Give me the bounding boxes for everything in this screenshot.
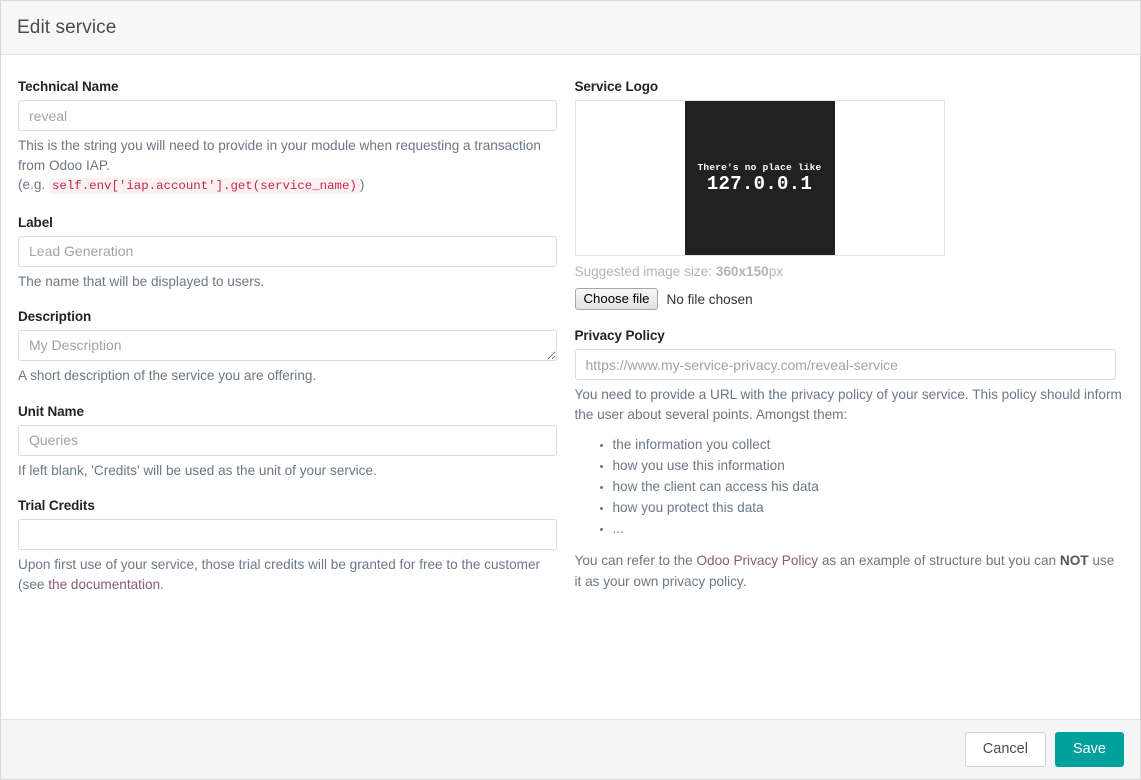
dialog-footer: Cancel Save	[1, 719, 1140, 779]
unit-name-group: Unit Name If left blank, 'Credits' will …	[18, 404, 557, 481]
choose-file-button[interactable]: Choose file	[574, 288, 659, 310]
edit-service-dialog: Edit service Technical Name This is the …	[0, 0, 1141, 780]
suggested-size-prefix: Suggested image size:	[574, 264, 716, 279]
list-item: how the client can access his data	[613, 476, 1124, 497]
logo-image-line2: 127.0.0.1	[706, 172, 813, 195]
unit-name-label: Unit Name	[18, 403, 84, 419]
service-logo-label: Service Logo	[574, 79, 659, 94]
outro-middle: as an example of structure but you can	[818, 553, 1060, 568]
save-button[interactable]: Save	[1054, 732, 1124, 767]
odoo-privacy-policy-link[interactable]: Odoo Privacy Policy	[696, 553, 818, 568]
trial-credits-help: Upon first use of your service, those tr…	[18, 555, 557, 594]
privacy-policy-group: Privacy Policy You need to provide a URL…	[574, 328, 1124, 592]
logo-image: There's no place like 127.0.0.1	[684, 101, 835, 255]
dialog-header: Edit service	[1, 1, 1140, 55]
privacy-policy-label: Privacy Policy	[574, 328, 665, 343]
description-help: A short description of the service you a…	[18, 368, 317, 383]
privacy-policy-outro: You can refer to the Odoo Privacy Policy…	[575, 551, 1124, 592]
list-item: how you use this information	[613, 455, 1124, 476]
right-column: Service Logo There's no place like 127.0…	[571, 79, 1125, 610]
technical-name-example: (e.g. self.env['iap.account'].get(servic…	[18, 175, 557, 197]
logo-image-line1: There's no place like	[697, 161, 822, 173]
label-help: The name that will be displayed to users…	[18, 273, 265, 289]
outro-bold: NOT	[1059, 553, 1089, 568]
file-chosen-status: No file chosen	[666, 291, 753, 307]
trial-credits-help-after: .	[160, 576, 164, 592]
page-title: Edit service	[17, 16, 117, 38]
dialog-body: Technical Name This is the string you wi…	[1, 55, 1140, 719]
list-item: the information you collect	[613, 434, 1124, 455]
trial-credits-input[interactable]	[18, 519, 557, 550]
suggested-image-size: Suggested image size: 360x150px	[575, 264, 1124, 279]
label-field-label: Label	[18, 214, 53, 230]
service-logo-group: Service Logo There's no place like 127.0…	[574, 79, 1124, 310]
description-label: Description	[18, 309, 92, 324]
service-logo-preview: There's no place like 127.0.0.1	[574, 100, 945, 256]
list-item: ...	[613, 518, 1124, 539]
technical-name-help-text: This is the string you will need to prov…	[18, 138, 541, 173]
example-prefix: (e.g.	[18, 177, 46, 192]
cancel-button[interactable]: Cancel	[964, 732, 1046, 767]
left-column: Technical Name This is the string you wi…	[17, 79, 571, 612]
example-code-snippet: self.env['iap.account'].get(service_name…	[48, 178, 360, 194]
trial-credits-label: Trial Credits	[18, 498, 95, 513]
logo-file-input[interactable]: Choose file No file chosen	[574, 288, 1124, 310]
suggested-size-suffix: px	[768, 264, 784, 279]
trial-credits-group: Trial Credits Upon first use of your ser…	[18, 498, 557, 594]
label-input[interactable]	[18, 235, 557, 267]
unit-name-input[interactable]	[18, 424, 557, 456]
privacy-policy-intro: You need to provide a URL with the priva…	[574, 387, 1122, 422]
example-suffix: )	[359, 177, 365, 192]
list-item: how you protect this data	[613, 497, 1124, 518]
technical-name-help: This is the string you will need to prov…	[18, 136, 557, 197]
description-textarea[interactable]	[18, 330, 557, 361]
suggested-size-value: 360x150	[715, 264, 769, 279]
technical-name-input[interactable]	[18, 100, 557, 131]
privacy-policy-input[interactable]	[574, 349, 1116, 380]
label-group: Label The name that will be displayed to…	[18, 215, 557, 292]
technical-name-label: Technical Name	[18, 79, 119, 94]
privacy-policy-points: the information you collect how you use …	[575, 434, 1124, 539]
description-group: Description A short description of the s…	[18, 309, 557, 386]
outro-before: You can refer to the	[574, 553, 697, 568]
unit-name-help: If left blank, 'Credits' will be used as…	[18, 462, 377, 478]
technical-name-group: Technical Name This is the string you wi…	[18, 79, 557, 197]
documentation-link[interactable]: the documentation	[48, 577, 160, 592]
